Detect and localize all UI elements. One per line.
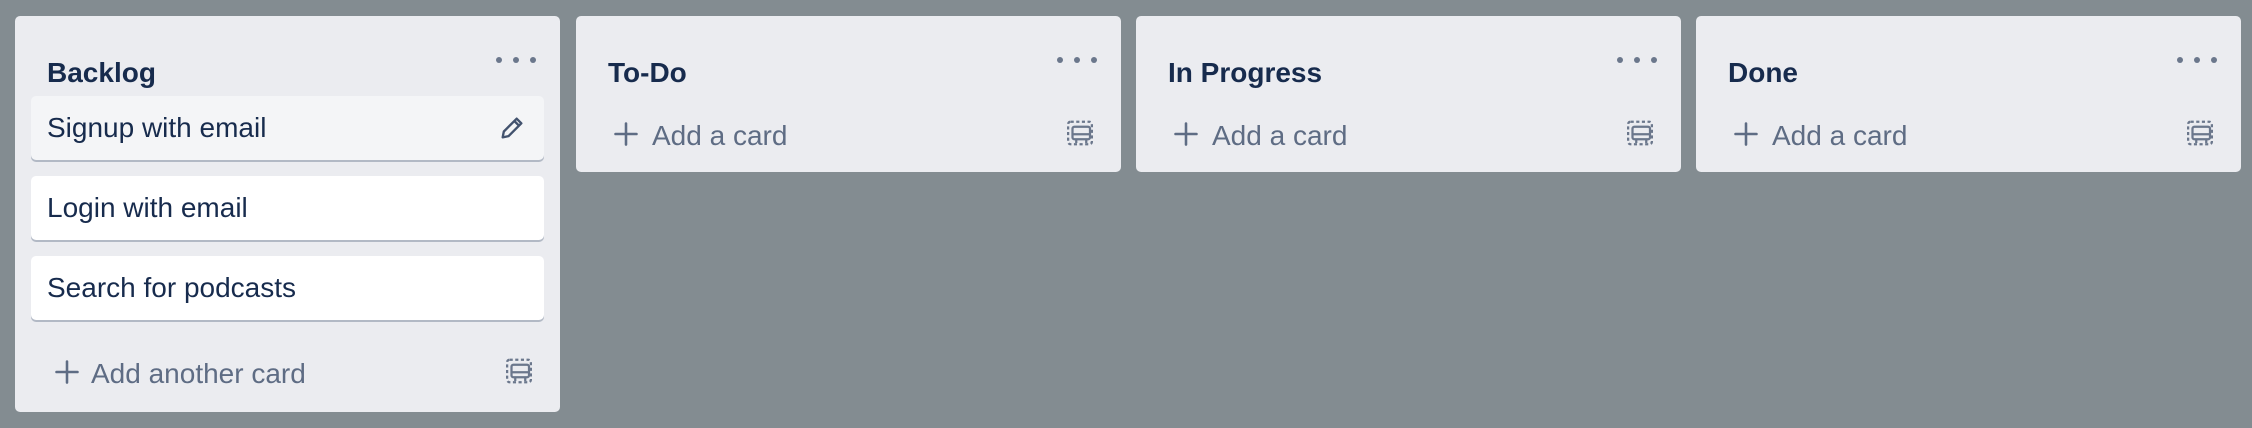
add-card-label: Add another card bbox=[91, 358, 306, 389]
list-header: In Progress bbox=[1136, 16, 1681, 96]
pencil-icon[interactable] bbox=[498, 114, 526, 142]
card[interactable]: Login with email bbox=[31, 176, 544, 240]
list-title[interactable]: Done bbox=[1728, 57, 1798, 89]
plus-icon bbox=[55, 360, 79, 384]
card-template-icon[interactable] bbox=[504, 356, 534, 386]
list-header: Backlog bbox=[15, 16, 560, 96]
list-done: Done Add a card bbox=[1696, 16, 2241, 172]
plus-icon bbox=[614, 122, 638, 146]
card-template-icon[interactable] bbox=[1065, 118, 1095, 148]
add-card-label: Add a card bbox=[652, 120, 788, 151]
list-to-do: To-Do Add a card bbox=[576, 16, 1121, 172]
list-backlog: Backlog Signup with email Login with ema… bbox=[15, 16, 560, 412]
plus-icon bbox=[1734, 122, 1758, 146]
list-menu-button[interactable] bbox=[1057, 48, 1097, 72]
add-card-button[interactable]: Add another card bbox=[15, 336, 560, 424]
card[interactable]: Signup with email bbox=[31, 96, 544, 160]
add-card-label: Add a card bbox=[1772, 120, 1908, 151]
more-horizontal-icon bbox=[2177, 57, 2183, 63]
add-card-label: Add a card bbox=[1212, 120, 1348, 151]
card-title: Signup with email bbox=[47, 112, 267, 143]
card-template-icon[interactable] bbox=[2185, 118, 2215, 148]
more-horizontal-icon-dot bbox=[1091, 57, 1097, 63]
more-horizontal-icon-dot bbox=[1634, 57, 1640, 63]
card-list: Signup with email Login with email Searc… bbox=[15, 96, 560, 320]
list-header: Done bbox=[1696, 16, 2241, 96]
add-card-button[interactable]: Add a card bbox=[576, 96, 1121, 172]
more-horizontal-icon bbox=[496, 57, 502, 63]
list-title[interactable]: Backlog bbox=[47, 57, 156, 89]
add-card-button[interactable]: Add a card bbox=[1696, 96, 2241, 172]
more-horizontal-icon-dot bbox=[1651, 57, 1657, 63]
card[interactable]: Search for podcasts bbox=[31, 256, 544, 320]
card-template-icon[interactable] bbox=[1625, 118, 1655, 148]
more-horizontal-icon-dot bbox=[513, 57, 519, 63]
more-horizontal-icon bbox=[1617, 57, 1623, 63]
card-title: Search for podcasts bbox=[47, 272, 297, 303]
more-horizontal-icon-dot bbox=[2211, 57, 2217, 63]
board: Backlog Signup with email Login with ema… bbox=[0, 0, 2252, 428]
list-in-progress: In Progress Add a card bbox=[1136, 16, 1681, 172]
more-horizontal-icon-dot bbox=[2194, 57, 2200, 63]
card-title: Login with email bbox=[47, 192, 248, 223]
add-card-button[interactable]: Add a card bbox=[1136, 96, 1681, 172]
more-horizontal-icon-dot bbox=[1074, 57, 1080, 63]
list-menu-button[interactable] bbox=[1617, 48, 1657, 72]
list-title[interactable]: In Progress bbox=[1168, 57, 1322, 89]
list-menu-button[interactable] bbox=[2177, 48, 2217, 72]
list-menu-button[interactable] bbox=[496, 48, 536, 72]
list-title[interactable]: To-Do bbox=[608, 57, 687, 89]
list-header: To-Do bbox=[576, 16, 1121, 96]
more-horizontal-icon bbox=[1057, 57, 1063, 63]
plus-icon bbox=[1174, 122, 1198, 146]
more-horizontal-icon-dot bbox=[530, 57, 536, 63]
